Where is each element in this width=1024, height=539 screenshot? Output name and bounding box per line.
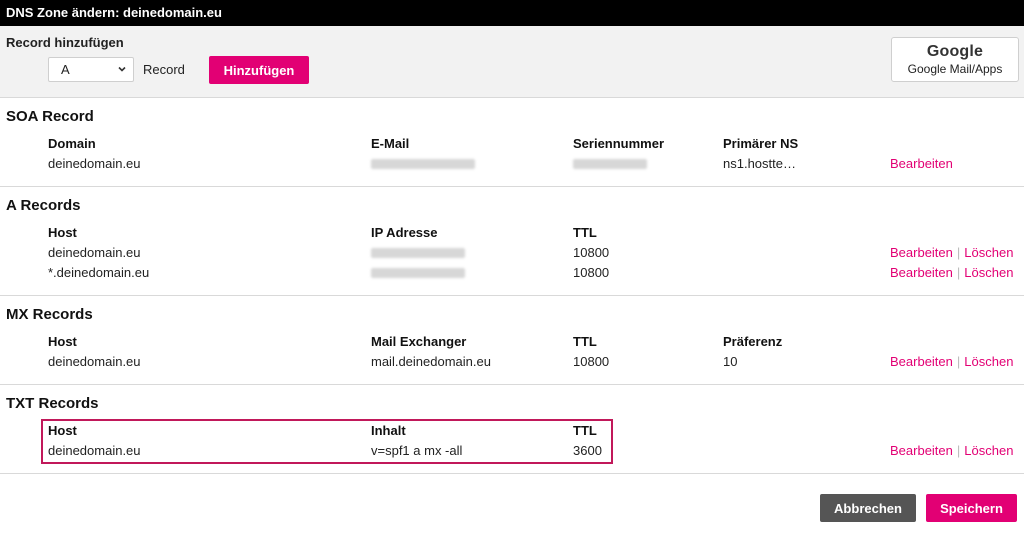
a-row-2-actions: Bearbeiten | Löschen xyxy=(890,265,1013,280)
soa-ns: ns1.hostte… xyxy=(723,156,796,171)
save-button[interactable]: Speichern xyxy=(926,494,1017,522)
mx-row-1-edit-link[interactable]: Bearbeiten xyxy=(890,354,953,369)
a-row-1-host: deinedomain.eu xyxy=(48,245,141,260)
add-record-label: Record hinzufügen xyxy=(6,35,124,50)
a-records-section: A Records Host IP Adresse TTL deinedomai… xyxy=(0,187,1024,296)
mx-row-1-host: deinedomain.eu xyxy=(48,354,141,369)
a-header-host: Host xyxy=(48,225,77,240)
mx-header-ttl: TTL xyxy=(573,334,597,349)
txt-row-1-delete-link[interactable]: Löschen xyxy=(964,443,1013,458)
a-row-1-ttl: 10800 xyxy=(573,245,610,260)
a-row-1-delete-link[interactable]: Löschen xyxy=(964,245,1013,260)
soa-header-email: E-Mail xyxy=(371,136,410,151)
google-logo: Google xyxy=(926,43,984,60)
a-row-1-actions: Bearbeiten | Löschen xyxy=(890,245,1013,260)
google-mail-apps-label: Google Mail/Apps xyxy=(907,62,1003,76)
action-divider: | xyxy=(956,245,961,260)
soa-header-ns: Primärer NS xyxy=(723,136,799,151)
soa-section: SOA Record Domain E-Mail Seriennummer Pr… xyxy=(0,98,1024,187)
txt-highlight-box xyxy=(41,419,613,464)
record-type-select[interactable]: A xyxy=(48,57,134,82)
add-record-button[interactable]: Hinzufügen xyxy=(209,56,309,84)
a-row-2-edit-link[interactable]: Bearbeiten xyxy=(890,265,953,280)
a-header-ip: IP Adresse xyxy=(371,225,438,240)
soa-serial-redacted xyxy=(573,159,647,169)
soa-domain: deinedomain.eu xyxy=(48,156,141,171)
soa-header-serial: Seriennummer xyxy=(573,136,665,151)
a-records-title: A Records xyxy=(6,197,81,214)
txt-row-1-edit-link[interactable]: Bearbeiten xyxy=(890,443,953,458)
add-record-bar: Record hinzufügen A Record Hinzufügen Go… xyxy=(0,26,1024,98)
mx-row-1-pref: 10 xyxy=(723,354,738,369)
action-divider: | xyxy=(956,354,961,369)
mx-header-pref: Präferenz xyxy=(723,334,783,349)
soa-actions: Bearbeiten xyxy=(890,156,953,171)
record-type-suffix: Record xyxy=(143,62,185,77)
a-row-2-ttl: 10800 xyxy=(573,265,610,280)
google-mail-apps-button[interactable]: Google Google Mail/Apps xyxy=(891,37,1019,82)
soa-edit-link[interactable]: Bearbeiten xyxy=(890,156,953,171)
a-row-1-edit-link[interactable]: Bearbeiten xyxy=(890,245,953,260)
mx-row-1-ttl: 10800 xyxy=(573,354,610,369)
cancel-button[interactable]: Abbrechen xyxy=(820,494,916,522)
mx-records-title: MX Records xyxy=(6,306,93,323)
soa-title: SOA Record xyxy=(6,108,94,125)
mx-row-1-delete-link[interactable]: Löschen xyxy=(964,354,1013,369)
mx-records-section: MX Records Host Mail Exchanger TTL Präfe… xyxy=(0,296,1024,385)
mx-row-1-exchanger: mail.deinedomain.eu xyxy=(371,354,491,369)
txt-row-1-actions: Bearbeiten | Löschen xyxy=(890,443,1013,458)
a-row-2-delete-link[interactable]: Löschen xyxy=(964,265,1013,280)
record-type-value: A xyxy=(61,62,70,77)
action-divider: | xyxy=(956,265,961,280)
txt-records-title: TXT Records xyxy=(6,395,99,412)
a-header-ttl: TTL xyxy=(573,225,597,240)
mx-header-exchanger: Mail Exchanger xyxy=(371,334,467,349)
mx-row-1-actions: Bearbeiten | Löschen xyxy=(890,354,1013,369)
a-row-1-ip-redacted xyxy=(371,248,465,258)
mx-header-host: Host xyxy=(48,334,77,349)
a-row-2-ip-redacted xyxy=(371,268,465,278)
soa-email-redacted xyxy=(371,159,475,169)
action-divider: | xyxy=(956,443,961,458)
a-row-2-host: *.deinedomain.eu xyxy=(48,265,150,280)
chevron-down-icon xyxy=(118,66,126,72)
window-title: DNS Zone ändern: deinedomain.eu xyxy=(0,0,1024,26)
soa-header-domain: Domain xyxy=(48,136,96,151)
